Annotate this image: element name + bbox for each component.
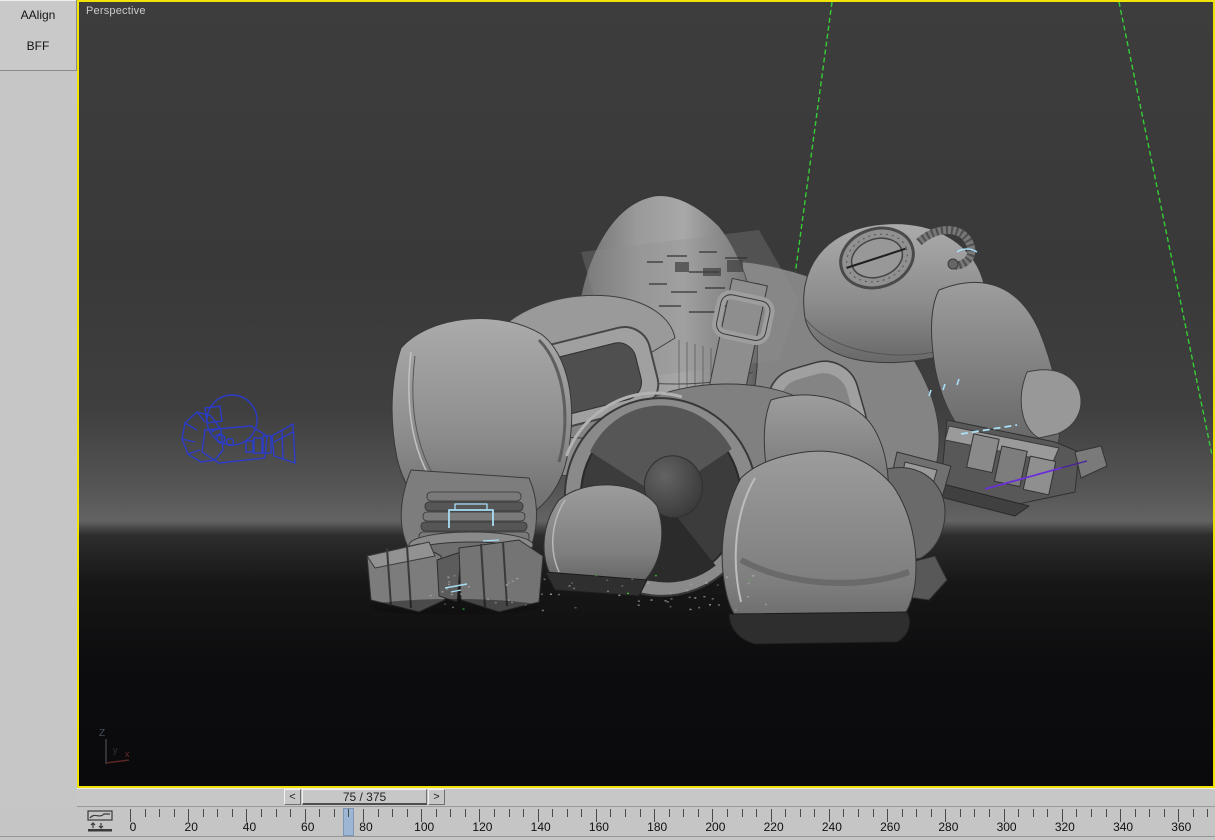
viewport-scene: Z x y bbox=[79, 2, 1213, 786]
aalign-button[interactable]: AAlign bbox=[0, 0, 76, 31]
ruler-frame-label: 40 bbox=[229, 820, 269, 834]
ruler-frame-label: 140 bbox=[521, 820, 561, 834]
ruler-frame-label: 280 bbox=[928, 820, 968, 834]
ruler-frame-label: 240 bbox=[812, 820, 852, 834]
ruler-frame-label: 100 bbox=[404, 820, 444, 834]
timeline-ruler[interactable]: 0 20 40 60 80 100 120 140 160 180 200 220 240 260 280 3… bbox=[0, 807, 1215, 837]
ruler-frame-label: 320 bbox=[1045, 820, 1085, 834]
ruler-frame-label: 80 bbox=[346, 820, 386, 834]
svg-text:Z: Z bbox=[99, 728, 105, 739]
svg-text:x: x bbox=[125, 749, 130, 759]
world-axis-gizmo: Z x y bbox=[99, 728, 130, 764]
ruler-frame-label: 0 bbox=[113, 820, 153, 834]
time-slider-track[interactable]: < 75 / 375 > bbox=[77, 788, 1215, 807]
time-slider-handle[interactable]: 75 / 375 bbox=[302, 789, 427, 805]
ruler-frame-label: 360 bbox=[1161, 820, 1201, 834]
svg-text:y: y bbox=[113, 745, 118, 755]
camera-wireframe-object[interactable] bbox=[182, 395, 295, 463]
ruler-frame-label: 340 bbox=[1103, 820, 1143, 834]
ruler-frame-label: 200 bbox=[695, 820, 735, 834]
ruler-frame-label: 220 bbox=[754, 820, 794, 834]
marine-model[interactable] bbox=[367, 196, 1107, 644]
ruler-frame-label: 160 bbox=[579, 820, 619, 834]
perspective-viewport[interactable]: Z x y Perspective bbox=[77, 0, 1215, 788]
ruler-frame-label: 300 bbox=[987, 820, 1027, 834]
ruler-frame-label: 20 bbox=[171, 820, 211, 834]
bff-button[interactable]: BFF bbox=[0, 31, 76, 62]
ruler-frame-label: 60 bbox=[288, 820, 328, 834]
left-toolbar: AAlign BFF bbox=[0, 0, 77, 71]
ruler-frame-label: 180 bbox=[637, 820, 677, 834]
next-frame-button[interactable]: > bbox=[428, 789, 445, 805]
mini-curve-editor-icon bbox=[87, 810, 113, 832]
open-mini-curve-editor-button[interactable] bbox=[86, 810, 114, 834]
viewport-label[interactable]: Perspective bbox=[86, 5, 146, 17]
ruler-frame-label: 120 bbox=[462, 820, 502, 834]
previous-frame-button[interactable]: < bbox=[284, 789, 301, 805]
ruler-frame-label: 260 bbox=[870, 820, 910, 834]
